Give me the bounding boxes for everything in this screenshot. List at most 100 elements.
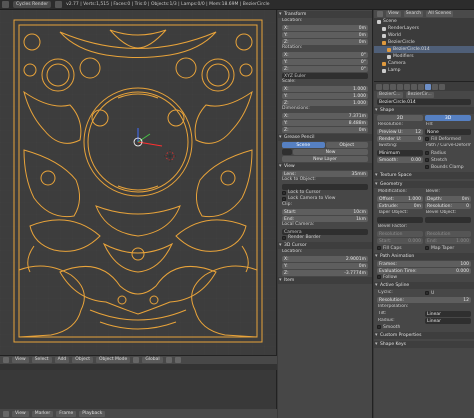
outliner-row[interactable]: World — [374, 32, 474, 39]
viewport-canvas[interactable] — [0, 10, 277, 355]
transform-panel-header[interactable]: Transform — [278, 11, 372, 18]
radius-checkbox[interactable]: Radius — [425, 150, 471, 156]
clip-start-field[interactable]: Start: 10cm — [282, 209, 368, 215]
rotation-x-field[interactable]: X: 0° — [282, 52, 368, 58]
outliner-editor-icon[interactable] — [377, 11, 383, 17]
twisting-select[interactable]: Minimum — [377, 150, 423, 156]
shape-panel-header[interactable]: Shape — [374, 107, 474, 114]
snap-icon[interactable] — [174, 357, 181, 363]
texture-space-panel-header[interactable]: Texture Space — [374, 172, 474, 179]
constraints-tab-icon[interactable] — [411, 83, 417, 90]
location-y-field[interactable]: Y: 0m — [282, 32, 368, 38]
3d-cursor-panel-header[interactable]: 3D Cursor — [278, 242, 372, 249]
fill-caps-checkbox[interactable]: Fill Caps — [377, 245, 423, 251]
modifiers-tab-icon[interactable] — [418, 83, 424, 90]
path-animation-panel-header[interactable]: Path Animation — [374, 253, 474, 260]
scene-tab-icon[interactable] — [390, 83, 396, 90]
timeline-menu-playback[interactable]: Playback — [79, 410, 106, 417]
bevel-factor-mode-select-2[interactable]: Resolution — [425, 231, 471, 237]
shape-3d-toggle[interactable]: 3D — [425, 115, 471, 121]
extrude-field[interactable]: Extrude: 0m — [377, 203, 423, 209]
active-spline-panel-header[interactable]: Active Spline — [374, 282, 474, 289]
grease-pencil-new-layer-button[interactable]: New Layer — [282, 156, 368, 162]
tilt-select[interactable]: Linear — [425, 311, 471, 317]
rotation-z-field[interactable]: Z: 0° — [282, 66, 368, 72]
menu-view[interactable]: View — [12, 357, 29, 363]
grease-pencil-datablock-icon[interactable] — [282, 149, 292, 155]
bevel-end-field[interactable]: End: 1.000 — [425, 238, 471, 244]
timeline-ruler[interactable] — [0, 364, 277, 370]
bevel-factor-mode-select[interactable]: Resolution — [377, 231, 423, 237]
custom-properties-panel-header[interactable]: Custom Properties — [374, 332, 474, 339]
fill-deformed-checkbox[interactable]: Fill Deformed — [425, 136, 471, 142]
grease-pencil-object-toggle[interactable]: Object — [325, 142, 368, 148]
texture-tab-icon[interactable] — [439, 83, 445, 90]
3d-viewport[interactable] — [0, 10, 277, 355]
menu-add[interactable]: Add — [54, 357, 70, 363]
fill-select[interactable]: None — [425, 129, 471, 135]
scale-y-field[interactable]: Y: 1.000 — [282, 93, 368, 99]
timeline-editor-icon[interactable] — [3, 410, 9, 417]
outliner-row[interactable]: Scene — [374, 18, 474, 25]
location-x-field[interactable]: X: 0m — [282, 25, 368, 31]
dimensions-y-field[interactable]: Y: 8.488m — [282, 120, 368, 126]
info-editor-icon[interactable] — [2, 1, 9, 8]
follow-checkbox[interactable]: Follow — [374, 274, 474, 280]
shape-2d-toggle[interactable]: 2D — [377, 115, 423, 121]
frames-field[interactable]: Frames: 100 — [377, 261, 471, 267]
breadcrumb-data[interactable]: BezierCir... — [405, 91, 434, 98]
spline-resolution-field[interactable]: Resolution: 12 — [377, 297, 471, 303]
map-taper-checkbox[interactable]: Map Taper — [425, 245, 471, 251]
item-panel-header[interactable]: Item — [278, 277, 372, 284]
curve-data-tab-icon[interactable] — [425, 83, 431, 90]
cursor-z-field[interactable]: Z: -3.7774m — [282, 270, 368, 276]
outliner-menu-search[interactable]: Search — [403, 11, 424, 17]
world-tab-icon[interactable] — [397, 83, 403, 90]
shape-keys-panel-header[interactable]: Shape Keys — [374, 341, 474, 348]
render-u-field[interactable]: Render U: 0 — [377, 136, 423, 142]
material-tab-icon[interactable] — [432, 83, 438, 90]
radius-select[interactable]: Linear — [425, 318, 471, 324]
outliner-display-mode[interactable]: All Scenes — [426, 11, 454, 17]
bevel-start-field[interactable]: Start: 0.000 — [377, 238, 423, 244]
render-border-checkbox[interactable]: Render Border — [278, 235, 372, 241]
grease-pencil-scene-toggle[interactable]: Scene — [282, 142, 325, 148]
shading-icon[interactable] — [133, 357, 140, 363]
outliner-menu-view[interactable]: View — [386, 11, 401, 17]
layers-icon[interactable] — [165, 357, 172, 363]
outliner-row[interactable]: BezierCircle.014 — [374, 46, 474, 53]
layers-tab-icon[interactable] — [383, 83, 389, 90]
taper-object-field[interactable] — [377, 217, 423, 223]
outliner-row[interactable]: Camera — [374, 60, 474, 67]
dimensions-x-field[interactable]: X: 7.371m — [282, 113, 368, 119]
bevel-object-field[interactable] — [425, 217, 471, 223]
view-panel-header[interactable]: View — [278, 163, 372, 170]
cursor-y-field[interactable]: Y: 0m — [282, 263, 368, 269]
preview-u-field[interactable]: Preview U: 12 — [377, 129, 423, 135]
outliner-row[interactable]: Lamp — [374, 67, 474, 74]
stretch-checkbox[interactable]: Stretch — [425, 157, 471, 163]
outliner-row[interactable]: Modifiers — [374, 53, 474, 60]
editor-type-icon[interactable] — [3, 357, 9, 363]
bevel-depth-field[interactable]: Depth: 0m — [425, 196, 471, 202]
grease-pencil-panel-header[interactable]: Grease Pencil — [278, 134, 372, 141]
cursor-x-field[interactable]: X: 2.9001m — [282, 256, 368, 262]
timeline-menu-view[interactable]: View — [12, 410, 29, 417]
offset-field[interactable]: Offset: 1.000 — [377, 196, 423, 202]
breadcrumb-object[interactable]: BezierC... — [377, 91, 403, 98]
mode-select[interactable]: Object Mode — [95, 357, 131, 363]
curve-datablock-field[interactable]: BezierCircle.014 — [377, 99, 471, 105]
object-tab-icon[interactable] — [404, 83, 410, 90]
rotation-y-field[interactable]: Y: 0° — [282, 59, 368, 65]
dimensions-z-field[interactable]: Z: 0m — [282, 127, 368, 133]
menu-object[interactable]: Object — [72, 357, 93, 363]
bevel-resolution-field[interactable]: Resolution: 0 — [425, 203, 471, 209]
outliner-row[interactable]: RenderLayers — [374, 25, 474, 32]
timeline-menu-frame[interactable]: Frame — [56, 410, 77, 417]
scale-x-field[interactable]: X: 1.000 — [282, 86, 368, 92]
cyclic-u-checkbox[interactable]: U — [425, 290, 471, 296]
orientation-select[interactable]: Global — [142, 357, 163, 363]
geometry-panel-header[interactable]: Geometry — [374, 181, 474, 188]
smooth-checkbox[interactable]: Smooth — [374, 324, 474, 330]
grease-pencil-new-button[interactable]: New — [293, 149, 368, 155]
